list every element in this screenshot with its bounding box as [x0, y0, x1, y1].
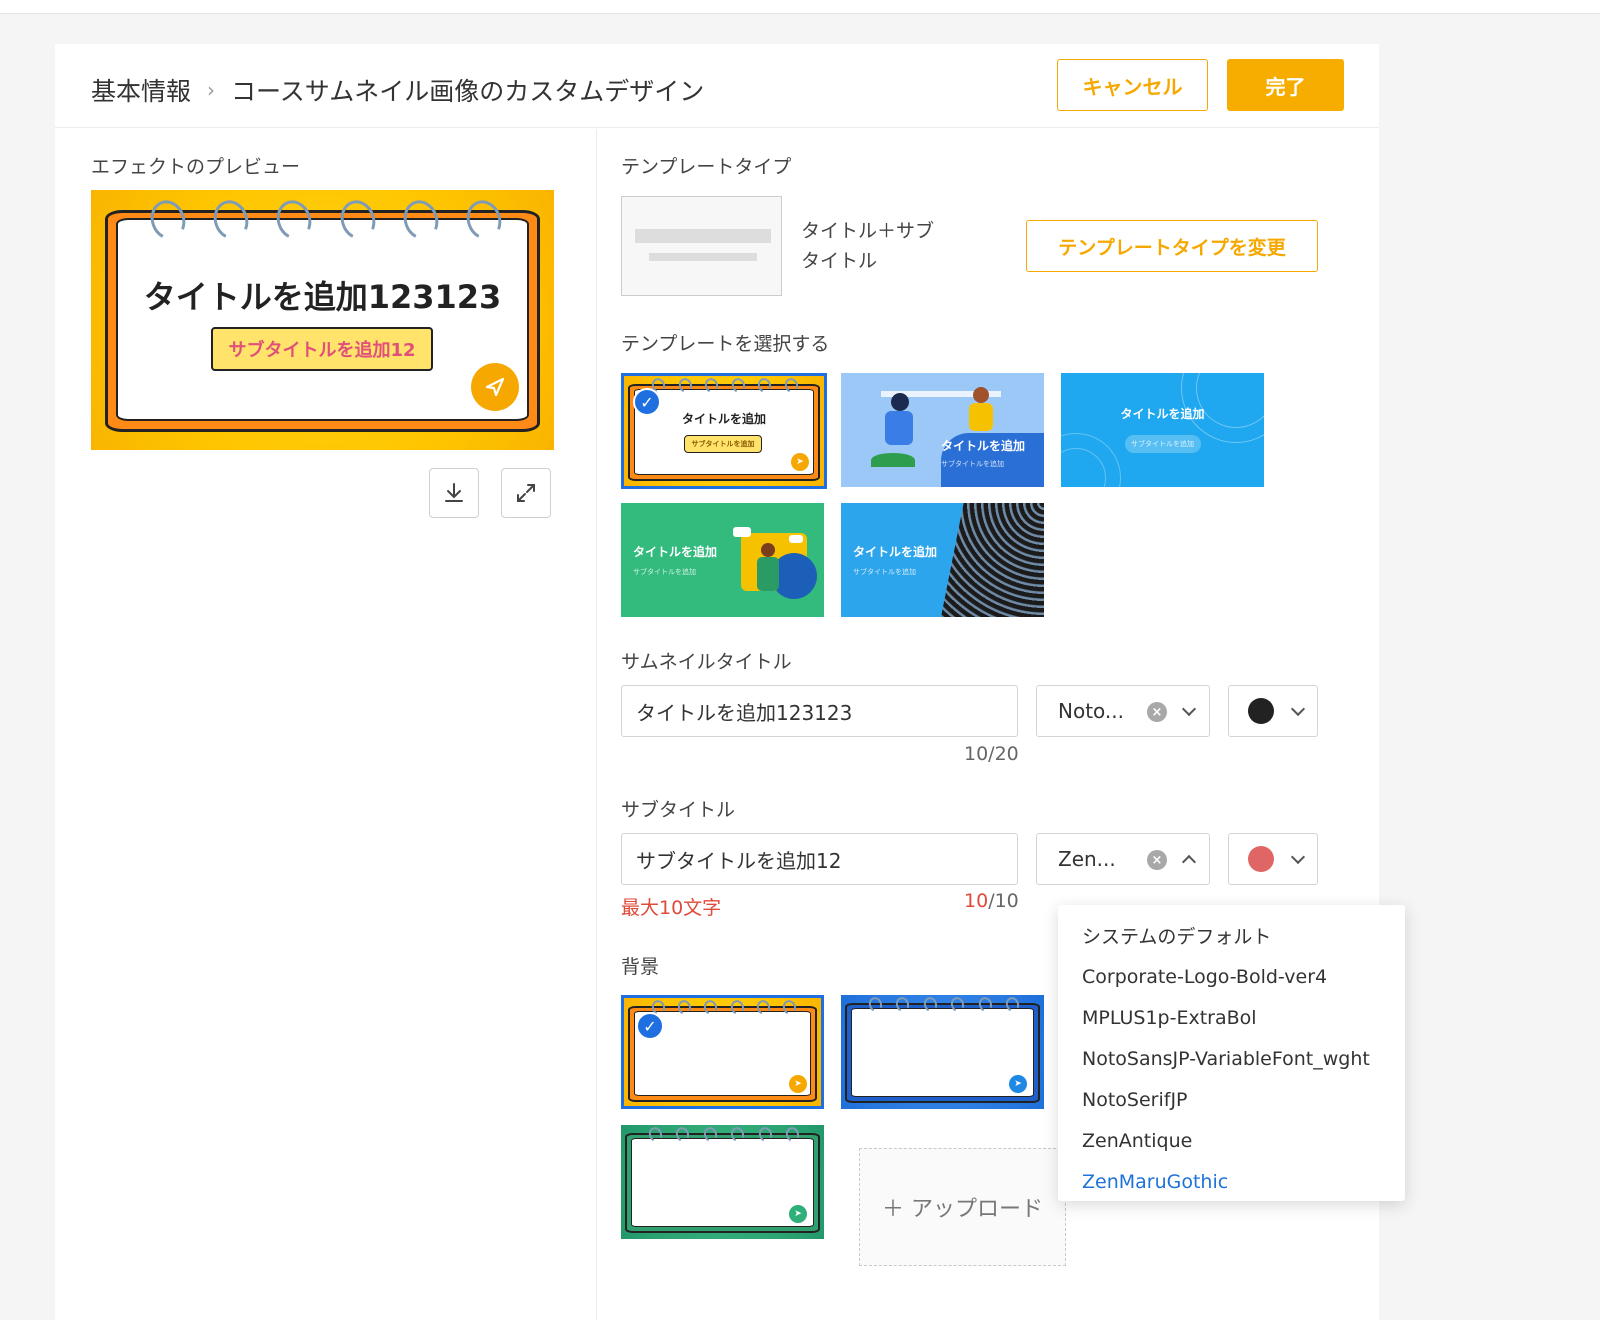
font-option[interactable]: NotoSansJP-VariableFont_wght: [1058, 1038, 1405, 1079]
template-select-label: テンプレートを選択する: [621, 333, 830, 355]
template-subtitle: サブタイトルを追加: [941, 460, 1004, 468]
background-item-notebook-yellow[interactable]: ➤ ✓: [621, 995, 824, 1109]
breadcrumb-root[interactable]: 基本情報: [91, 72, 191, 108]
template-title: タイトルを追加: [853, 545, 938, 559]
title-font-select[interactable]: Noto... ×: [1036, 685, 1210, 737]
preview-title: タイトルを追加123123: [143, 278, 502, 316]
preview-subtitle: サブタイトルを追加12: [211, 327, 433, 371]
header: 基本情報 › コースサムネイル画像のカスタムデザイン キャンセル 完了: [55, 44, 1379, 128]
template-subtitle: サブタイトルを追加: [1131, 440, 1194, 448]
cursor-icon: ➤: [789, 1075, 807, 1093]
template-type-label: テンプレートタイプ: [621, 156, 792, 178]
upload-background-button[interactable]: ＋ アップロード: [859, 1148, 1066, 1266]
subtitle-font-select[interactable]: Zen... ×: [1036, 833, 1210, 885]
cancel-button[interactable]: キャンセル: [1057, 59, 1208, 111]
top-bar: [0, 0, 1600, 14]
template-title: タイトルを追加: [1120, 407, 1205, 421]
template-item-notebook-yellow[interactable]: タイトルを追加 サブタイトルを追加 ➤ ✓: [621, 373, 827, 489]
template-type-name: タイトル＋サブ タイトル: [801, 220, 935, 272]
expand-icon: [517, 484, 535, 502]
title-char-counter: 10/20: [964, 743, 1019, 765]
template-type-thumbnail: [621, 196, 782, 296]
template-item-building[interactable]: タイトルを追加 サブタイトルを追加: [841, 503, 1044, 617]
template-title: タイトルを追加: [633, 545, 718, 559]
notebook-rings: [145, 195, 507, 245]
preview-image: タイトルを追加123123 サブタイトルを追加12: [91, 190, 554, 450]
title-color-select[interactable]: [1228, 685, 1318, 737]
change-template-type-button[interactable]: テンプレートタイプを変更: [1026, 220, 1318, 272]
clear-icon[interactable]: ×: [1147, 850, 1167, 870]
font-option[interactable]: NotoSerifJP: [1058, 1079, 1405, 1120]
selected-check-icon: ✓: [636, 1012, 664, 1040]
clear-icon[interactable]: ×: [1147, 702, 1167, 722]
title-font-value: Noto...: [1058, 699, 1124, 723]
chevron-down-icon: [1290, 701, 1306, 717]
background-label: 背景: [621, 956, 660, 978]
template-subtitle: サブタイトルを追加: [684, 435, 762, 453]
chevron-down-icon: [1290, 849, 1306, 865]
runner-figure: [891, 393, 909, 411]
download-icon: [445, 483, 463, 502]
chevron-down-icon: [1181, 701, 1197, 717]
template-item-ripple[interactable]: タイトルを追加 サブタイトルを追加: [1061, 373, 1264, 487]
subtitle-error-message: 最大10文字: [621, 897, 722, 919]
breadcrumb: 基本情報 › コースサムネイル画像のカスタムデザイン: [91, 72, 704, 108]
font-dropdown-menu: システムのデフォルト Corporate-Logo-Bold-ver4 MPLU…: [1058, 905, 1405, 1201]
template-subtitle: サブタイトルを追加: [633, 568, 696, 576]
thumbnail-title-input[interactable]: タイトルを追加123123: [621, 685, 1018, 737]
subtitle-label: サブタイトル: [621, 799, 736, 821]
download-button[interactable]: [429, 468, 479, 518]
font-option[interactable]: MPLUS1p-ExtraBol: [1058, 997, 1405, 1038]
preview-section-label: エフェクトのプレビュー: [91, 156, 301, 178]
people-figure: [761, 543, 775, 557]
subtitle-color-select[interactable]: [1228, 833, 1318, 885]
template-title: タイトルを追加: [941, 439, 1026, 453]
cursor-icon: ➤: [791, 453, 809, 471]
color-swatch: [1248, 846, 1274, 872]
font-option[interactable]: Corporate-Logo-Bold-ver4: [1058, 956, 1405, 997]
done-button[interactable]: 完了: [1227, 59, 1344, 111]
selected-check-icon: ✓: [633, 388, 661, 416]
breadcrumb-current: コースサムネイル画像のカスタムデザイン: [231, 77, 705, 106]
cursor-icon: ➤: [1009, 1075, 1027, 1093]
cursor-icon: ➤: [789, 1205, 807, 1223]
background-item-notebook-green[interactable]: ➤: [621, 1125, 824, 1239]
font-option[interactable]: ZenAntique: [1058, 1120, 1405, 1161]
subtitle-font-value: Zen...: [1058, 847, 1116, 871]
subtitle-input[interactable]: サブタイトルを追加12: [621, 833, 1018, 885]
template-item-runners[interactable]: タイトルを追加 サブタイトルを追加: [841, 373, 1044, 487]
cursor-icon: [471, 363, 519, 411]
template-subtitle: サブタイトルを追加: [853, 568, 916, 576]
chevron-up-icon: [1181, 854, 1197, 870]
panel-divider: [596, 129, 597, 1320]
breadcrumb-separator-icon: ›: [207, 78, 216, 102]
fullscreen-button[interactable]: [501, 468, 551, 518]
color-swatch: [1248, 698, 1274, 724]
subtitle-char-counter: 10/10: [964, 890, 1019, 912]
font-option-selected[interactable]: ZenMaruGothic: [1058, 1161, 1405, 1202]
background-item-notebook-blue[interactable]: ➤: [841, 995, 1044, 1109]
building-image: [941, 503, 1044, 617]
template-item-people[interactable]: タイトルを追加 サブタイトルを追加: [621, 503, 824, 617]
font-option[interactable]: システムのデフォルト: [1058, 915, 1405, 956]
thumbnail-title-label: サムネイルタイトル: [621, 651, 792, 673]
